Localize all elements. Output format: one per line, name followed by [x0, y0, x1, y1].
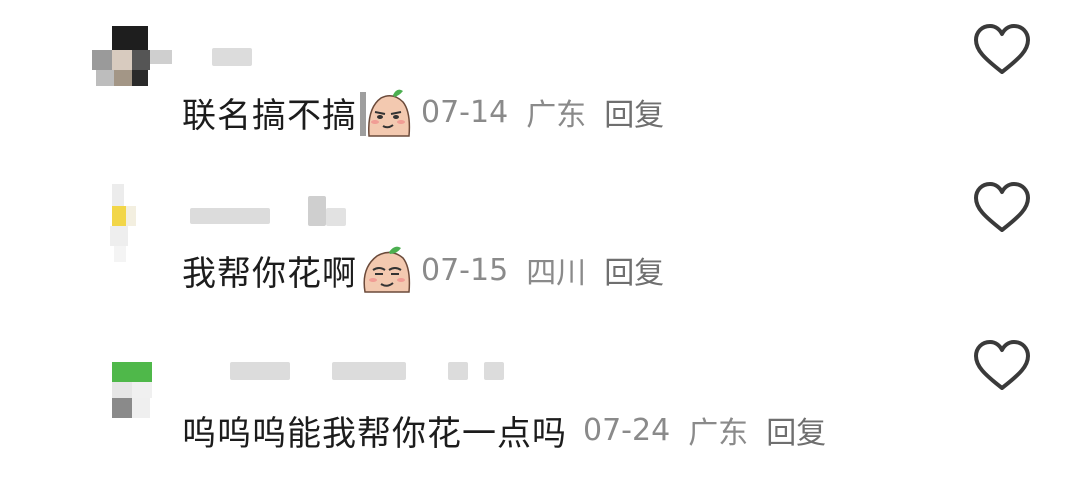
username-redacted[interactable] — [182, 42, 262, 72]
username-redacted[interactable] — [182, 360, 512, 390]
comment-text: 我帮你花啊 — [182, 253, 357, 294]
comment-item: 我帮你花啊 07-15 四川 回复 — [0, 162, 1080, 322]
avatar[interactable] — [92, 356, 172, 436]
comment-date: 07-14 — [421, 94, 509, 130]
comment-location: 四川 — [526, 256, 587, 291]
reply-button[interactable]: 回复 — [766, 408, 826, 452]
reply-button[interactable]: 回复 — [604, 90, 664, 134]
heart-outline-icon[interactable] — [972, 338, 1032, 394]
comment-text: 联名搞不搞 — [182, 95, 357, 136]
smug-face-emoji-icon — [363, 246, 411, 293]
username-redacted[interactable] — [182, 196, 362, 226]
reply-button[interactable]: 回复 — [604, 248, 664, 292]
smug-face-emoji-icon — [360, 89, 411, 137]
comment-text: 呜呜呜能我帮你花一点吗 — [182, 413, 567, 454]
comment-item: 呜呜呜能我帮你花一点吗 07-24 广东 回复 — [0, 334, 1080, 494]
comment-item: 联名搞不搞 07-14 广东 回复 — [0, 0, 1080, 160]
comment-date: 07-15 — [421, 252, 509, 288]
avatar[interactable] — [92, 184, 172, 264]
comment-location: 广东 — [526, 98, 587, 133]
comment-date: 07-24 — [583, 412, 671, 448]
heart-outline-icon[interactable] — [972, 22, 1032, 78]
heart-outline-icon[interactable] — [972, 180, 1032, 236]
comment-location: 广东 — [688, 416, 749, 451]
avatar[interactable] — [92, 26, 172, 106]
